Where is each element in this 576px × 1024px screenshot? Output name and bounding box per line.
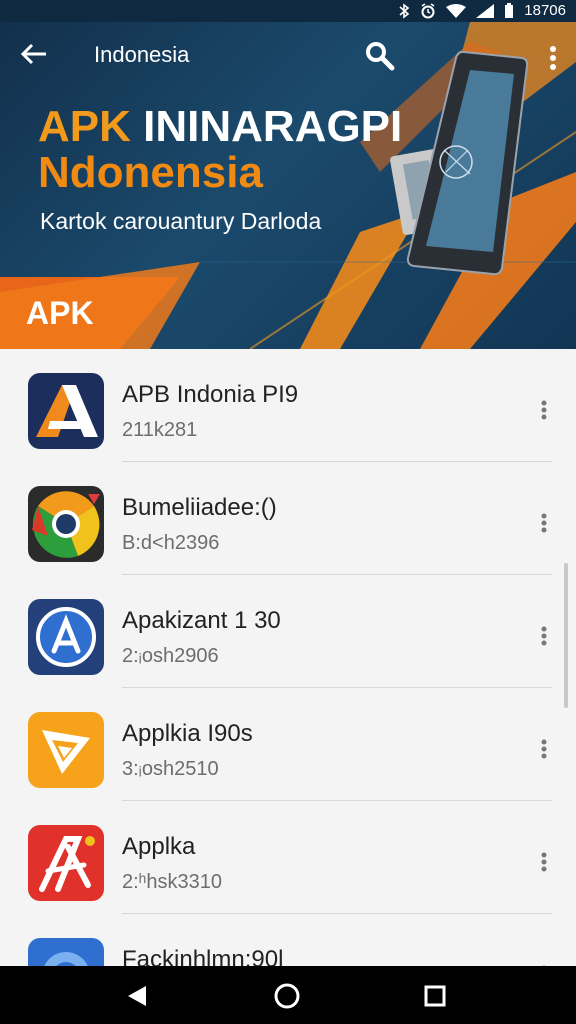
wifi-icon — [446, 3, 467, 18]
nav-home-button[interactable] — [262, 976, 312, 1016]
square-recents-icon — [424, 985, 446, 1007]
list-item[interactable]: Apakizant 1 30 2:ᵢosh2906 — [0, 575, 576, 688]
arrow-left-icon — [20, 43, 46, 65]
more-vert-icon — [541, 513, 547, 533]
app-meta: 211k281 — [122, 419, 198, 441]
bluetooth-icon — [398, 2, 410, 19]
chrome-like-icon — [28, 486, 104, 562]
app-name: APB Indonia PI9 — [122, 381, 299, 408]
search-icon — [366, 42, 395, 71]
more-vert-icon — [541, 400, 547, 420]
blue-circle-icon — [28, 938, 104, 966]
app-bar: Indonesia — [0, 22, 576, 88]
list-item[interactable]: APB Indonia PI9 211k281 — [0, 349, 576, 462]
more-vert-icon — [541, 852, 547, 872]
more-vert-icon — [541, 626, 547, 646]
overflow-menu-button[interactable] — [538, 38, 568, 78]
app-name: Applkia I90s — [122, 720, 253, 747]
hero-title-line2: Ndonensia — [38, 148, 263, 197]
navigation-bar — [0, 966, 576, 1024]
hero-title-line1: APK ININARAGPI — [38, 102, 402, 152]
list-item[interactable]: Applka 2:ʰhsk3310 — [0, 801, 576, 914]
item-menu-button[interactable] — [532, 958, 556, 966]
app-store-icon — [28, 599, 104, 675]
app-name: Applka — [122, 833, 196, 860]
item-menu-button[interactable] — [532, 506, 556, 540]
status-time: 18706 — [524, 2, 566, 19]
app-meta: 3:ᵢosh2510 — [122, 758, 219, 780]
item-menu-button[interactable] — [532, 619, 556, 653]
nav-back-button[interactable] — [112, 976, 162, 1016]
item-menu-button[interactable] — [532, 732, 556, 766]
app-meta: 2:ʰhsk3310 — [122, 871, 222, 893]
app-name: Apakizant 1 30 — [122, 607, 281, 634]
nav-recents-button[interactable] — [410, 976, 460, 1016]
circle-home-icon — [274, 983, 300, 1009]
more-vert-icon — [550, 46, 556, 70]
search-button[interactable] — [360, 36, 400, 76]
status-bar: 18706 — [0, 0, 576, 22]
item-menu-button[interactable] — [532, 845, 556, 879]
hero-subtitle: Kartok carouantury Darloda — [40, 208, 322, 234]
list-item[interactable]: Fackinhlmn:90l — [0, 914, 576, 966]
app-meta: 2:ᵢosh2906 — [122, 645, 219, 667]
list-item[interactable]: Bumeliiadee:() B:d<h2396 — [0, 462, 576, 575]
hero-title-part-orange: APK — [38, 102, 144, 151]
hero-title-part-white: I — [143, 102, 156, 151]
red-a-icon — [28, 825, 104, 901]
scrollbar-thumb[interactable] — [564, 563, 568, 708]
battery-icon — [504, 2, 514, 19]
header-banner: Indonesia APK ININARAGPI Ndonensia Karto… — [0, 22, 576, 349]
app-name: Fackinhlmn:90l — [122, 946, 284, 966]
page-title: Indonesia — [94, 42, 190, 67]
a-logo-icon — [28, 373, 104, 449]
triangle-play-icon — [28, 712, 104, 788]
item-menu-button[interactable] — [532, 393, 556, 427]
more-vert-icon — [541, 739, 547, 759]
triangle-back-icon — [128, 986, 146, 1006]
back-button[interactable] — [14, 36, 54, 72]
hero-badge: APK — [26, 295, 94, 331]
alarm-icon — [420, 2, 436, 19]
hero-title-part-white-end: NINARAGPI — [155, 102, 403, 151]
app-list: APB Indonia PI9 211k281 Bumeliiadee:() B… — [0, 349, 576, 966]
signal-icon — [476, 3, 495, 18]
list-item[interactable]: Applkia I90s 3:ᵢosh2510 — [0, 688, 576, 801]
app-meta: B:d<h2396 — [122, 532, 220, 554]
app-name: Bumeliiadee:() — [122, 494, 277, 521]
